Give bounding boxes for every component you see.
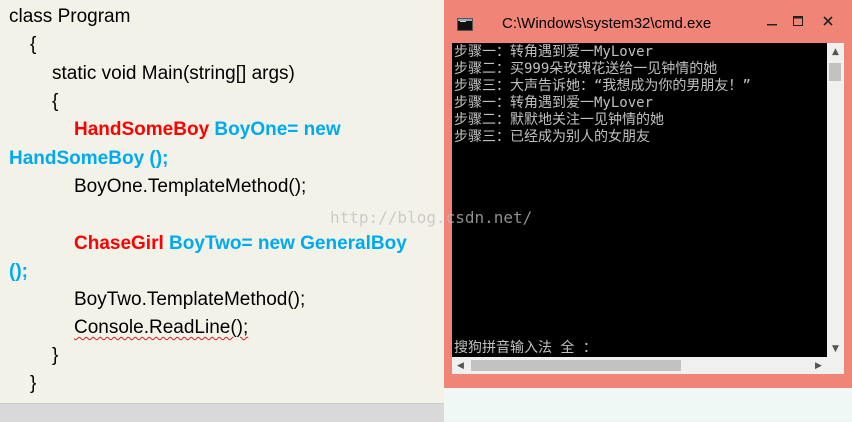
console-line: 步骤一：转角遇到爱一MyLover (454, 95, 654, 111)
code-line-close-brace: } (30, 373, 37, 394)
minimize-icon (767, 24, 777, 26)
watermark: http://blog.csdn.net/ (330, 208, 533, 227)
code-line-boyone-decl: HandSomeBoy BoyOne= new (74, 118, 341, 142)
maximize-icon (793, 16, 803, 26)
minimize-button[interactable] (759, 10, 785, 32)
scroll-up-arrow-icon[interactable]: ▲ (827, 43, 844, 60)
code-line-boytwo-decl: ChaseGirl BoyTwo= new GeneralBoy (74, 232, 407, 256)
console-output[interactable]: 步骤一：转角遇到爱一MyLover 步骤二：买999朵玫瑰花送给一见钟情的她 步… (452, 43, 827, 357)
boyone-assign: BoyOne= new (214, 119, 341, 140)
vertical-scrollbar[interactable]: ▲ ▼ (827, 43, 844, 357)
cmd-window[interactable]: C:\Windows\system32\cmd.exe 步骤一：转角遇到爱一My… (444, 0, 852, 388)
console-line: 步骤一：转角遇到爱一MyLover (454, 44, 654, 60)
scroll-left-arrow-icon[interactable]: ◀ (452, 357, 469, 374)
close-button[interactable] (811, 10, 845, 32)
console-line: 步骤二：默默地关注一见钟情的她 (454, 112, 664, 128)
maximize-button[interactable] (785, 10, 811, 32)
code-line-handsomeboy-ctor: HandSomeBoy (); (9, 148, 169, 169)
code-line-open-brace: { (30, 34, 37, 55)
code-line-generalboy-ctor: (); (9, 261, 28, 282)
code-line-main-close-brace: } (52, 345, 59, 366)
horizontal-scroll-thumb[interactable] (471, 360, 681, 371)
close-icon (823, 16, 833, 26)
code-line-boytwo-call: BoyTwo.TemplateMethod(); (74, 289, 306, 310)
scrollbar-corner (827, 357, 844, 374)
code-line-class: class Program (9, 6, 131, 27)
cmd-app-icon[interactable] (457, 18, 473, 31)
editor-bottom-strip (0, 403, 444, 422)
code-line-boyone-call: BoyOne.TemplateMethod(); (74, 176, 307, 197)
console-line: 步骤二：买999朵玫瑰花送给一见钟情的她 (454, 61, 718, 77)
code-line-main-signature: static void Main(string[] args) (52, 62, 295, 86)
ime-status-line: 搜狗拼音输入法 全 ： (454, 340, 597, 356)
vertical-scroll-thumb[interactable] (829, 63, 841, 81)
type-handsomeboy: HandSomeBoy (74, 119, 210, 140)
code-line-readline: Console.ReadLine(); (74, 317, 249, 338)
boytwo-assign: BoyTwo= new GeneralBoy (169, 233, 407, 254)
horizontal-scrollbar[interactable]: ◀ ▶ (452, 357, 827, 374)
type-chasegirl: ChaseGirl (74, 233, 164, 254)
console-line: 步骤三：大声告诉她：“我想成为你的男朋友！” (454, 78, 751, 94)
cmd-titlebar[interactable]: C:\Windows\system32\cmd.exe (444, 0, 852, 43)
scroll-right-arrow-icon[interactable]: ▶ (810, 357, 827, 374)
console-line: 步骤三：已经成为别人的女朋友 (454, 129, 650, 145)
scroll-down-arrow-icon[interactable]: ▼ (827, 340, 844, 357)
code-line-main-open-brace: { (52, 91, 59, 112)
main-signature-text: static void Main(string[] args) (52, 63, 295, 84)
background-area (444, 388, 852, 421)
window-title: C:\Windows\system32\cmd.exe (502, 15, 712, 32)
